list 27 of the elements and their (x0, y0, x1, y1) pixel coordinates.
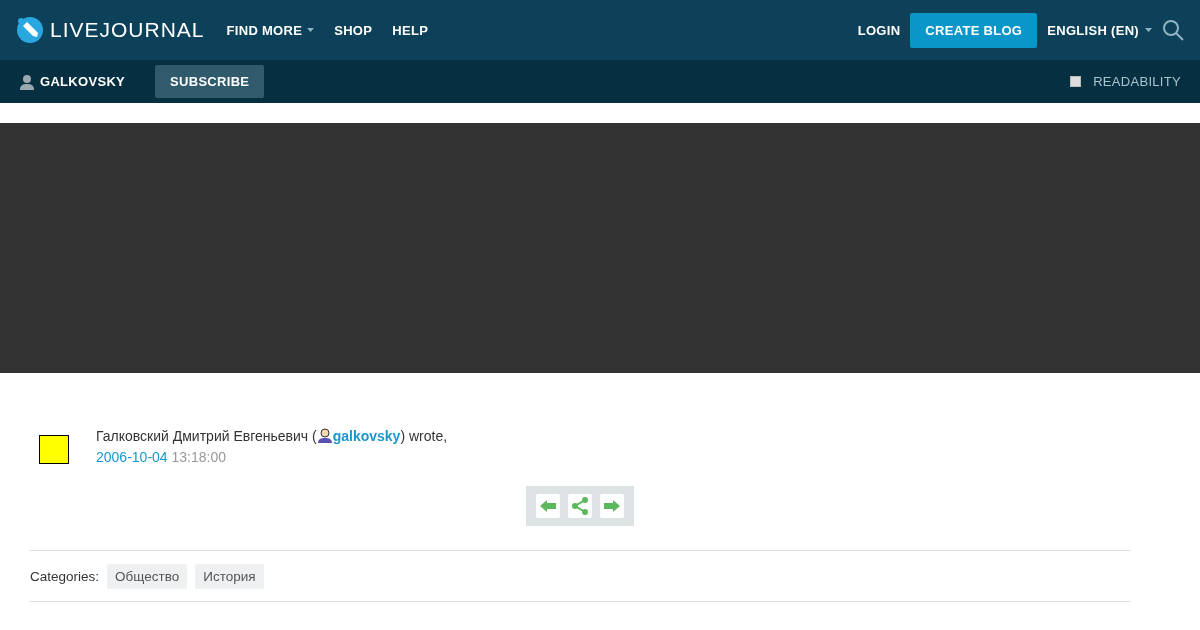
search-icon[interactable] (1162, 19, 1184, 41)
user-icon (316, 427, 333, 443)
nav-link[interactable]: HELP (392, 22, 429, 38)
nav-link[interactable]: FIND MORE (226, 22, 315, 38)
author-line: Галковский Дмитрий Евгеньевич ( galkovsky) wrote, (96, 426, 448, 446)
username-link[interactable]: GALKOVSKY (40, 74, 126, 89)
readability-label[interactable]: READABILITY (1093, 74, 1181, 89)
post-time: 13:18:00 (171, 449, 226, 465)
language-selector[interactable]: ENGLISH (EN) (1047, 22, 1152, 38)
subscribe-button[interactable]: SUBSCRIBE (155, 65, 265, 98)
readability-checkbox[interactable] (1070, 76, 1082, 87)
next-arrow-button[interactable] (600, 494, 624, 518)
logo-text[interactable]: LIVEJOURNAL (50, 18, 205, 42)
login-link[interactable]: LOGIN (857, 22, 901, 38)
share-icon (571, 497, 589, 515)
categories-label: Categories: (30, 568, 100, 584)
caret-icon (1145, 28, 1152, 32)
logo-icon (16, 16, 44, 44)
previous-arrow-button[interactable] (536, 494, 560, 518)
category-tag[interactable]: История (195, 563, 264, 589)
right-arrow-icon (604, 500, 620, 512)
share-button[interactable] (568, 494, 592, 518)
user-icon (20, 73, 34, 90)
nav-link[interactable]: SHOP (334, 22, 373, 38)
left-arrow-icon (540, 500, 556, 512)
category-tag[interactable]: Общество (107, 563, 188, 589)
avatar (39, 435, 69, 464)
